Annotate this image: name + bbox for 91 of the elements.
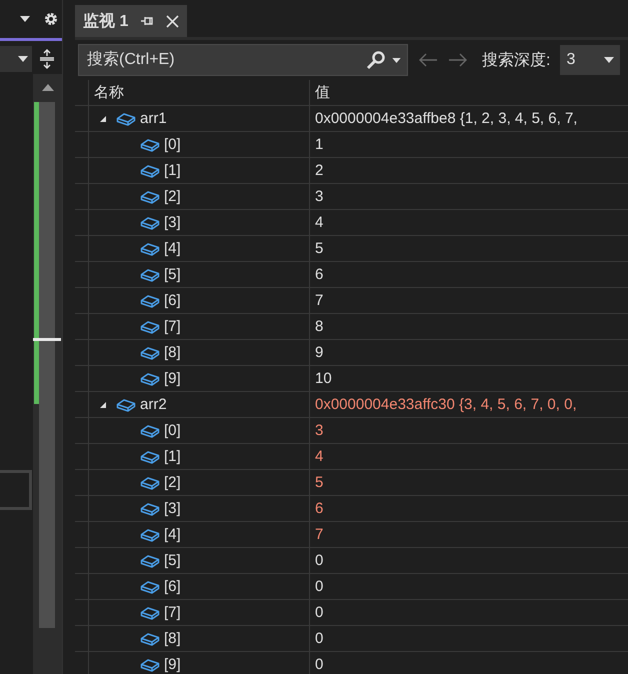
variable-name: [6] [164,578,181,595]
settings-icon[interactable] [44,12,58,26]
variable-icon [140,552,160,568]
variable-name: [4] [164,240,181,257]
variable-icon [140,630,160,646]
dropdown-caret-icon[interactable] [20,16,30,22]
variable-value: 8 [314,317,324,337]
variable-name: [2] [164,188,181,205]
variable-icon [140,500,160,516]
variable-value: 0 [314,577,324,597]
variable-value: 3 [314,421,324,441]
scroll-thumb[interactable] [39,102,56,628]
variable-name: [1] [164,448,181,465]
variable-name: [3] [164,500,181,517]
variable-icon [140,136,160,152]
variable-value: 0x0000004e33affbe8 {1, 2, 3, 4, 5, 6, 7, [314,109,578,129]
variable-value: 6 [314,499,324,519]
variable-value: 0 [314,603,324,623]
scroll-up-icon[interactable] [42,84,54,91]
forward-arrow-icon[interactable] [448,53,468,67]
variable-icon [140,240,160,256]
variable-name: [8] [164,344,181,361]
variable-value: 0 [314,551,324,571]
variable-icon [140,604,160,620]
scrollbar[interactable] [33,74,62,674]
variable-name: [0] [164,422,181,439]
search-box[interactable]: 搜索(Ctrl+E) [78,44,408,76]
variable-icon [140,292,160,308]
variable-icon [116,396,136,412]
dropdown-field[interactable] [0,46,32,72]
variable-icon [140,162,160,178]
pin-icon[interactable] [140,15,154,27]
expand-triangle-icon[interactable] [99,114,107,122]
variable-icon [140,318,160,334]
variable-value: 0 [314,655,324,674]
variable-value: 0x0000004e33affc30 {3, 4, 5, 6, 7, 0, 0, [314,395,578,415]
expand-triangle-icon[interactable] [99,400,107,408]
depth-label: 搜索深度: [482,50,550,70]
variable-name: [1] [164,162,181,179]
variable-icon [140,370,160,386]
variable-value: 5 [314,473,324,493]
variable-name: [9] [164,370,181,387]
dropdown-caret-icon[interactable] [392,58,401,62]
variable-name: arr1 [140,110,167,127]
variable-icon [140,578,160,594]
variable-name: [0] [164,136,181,153]
variable-name: [5] [164,266,181,283]
variable-value: 0 [314,629,324,649]
column-header[interactable]: 名称 [89,80,310,105]
variable-name: [5] [164,552,181,569]
variable-value: 9 [314,343,324,363]
tab-title: 监视 1 [83,11,128,32]
variable-icon [140,214,160,230]
back-arrow-icon[interactable] [418,53,438,67]
caret-marker [33,338,62,341]
variable-name: [7] [164,604,181,621]
variable-name: [8] [164,630,181,647]
variable-icon [140,188,160,204]
variable-value: 7 [314,525,324,545]
variable-name: [4] [164,526,181,543]
variable-icon [140,474,160,490]
search-icon[interactable] [366,50,386,70]
variable-icon [140,526,160,542]
variable-value: 10 [314,369,333,389]
variable-name: [6] [164,292,181,309]
variable-value: 2 [314,161,324,181]
column-header[interactable]: 值 [310,80,628,105]
variable-value: 7 [314,291,324,311]
variable-value: 6 [314,265,324,285]
variable-value: 5 [314,239,324,259]
variable-icon [140,266,160,282]
watch-tab[interactable]: 监视 1 [75,5,188,37]
dropdown-caret-icon[interactable] [604,57,614,63]
variable-name: arr2 [140,396,167,413]
variable-name: [3] [164,214,181,231]
variable-name: [7] [164,318,181,335]
variable-name: [9] [164,656,181,673]
search-field[interactable]: 搜索(Ctrl+E) [85,50,360,70]
close-icon[interactable] [166,14,180,28]
variable-value: 4 [314,213,324,233]
variable-name: [2] [164,474,181,491]
depth-dropdown[interactable]: 3 [560,45,620,75]
variable-value: 3 [314,187,324,207]
split-icon[interactable] [39,49,55,69]
variable-value: 1 [314,135,324,155]
variable-icon [116,110,136,126]
variable-icon [140,448,160,464]
dropdown-caret-icon[interactable] [18,56,28,62]
variable-value: 4 [314,447,324,467]
variable-icon [140,422,160,438]
variable-icon [140,344,160,360]
